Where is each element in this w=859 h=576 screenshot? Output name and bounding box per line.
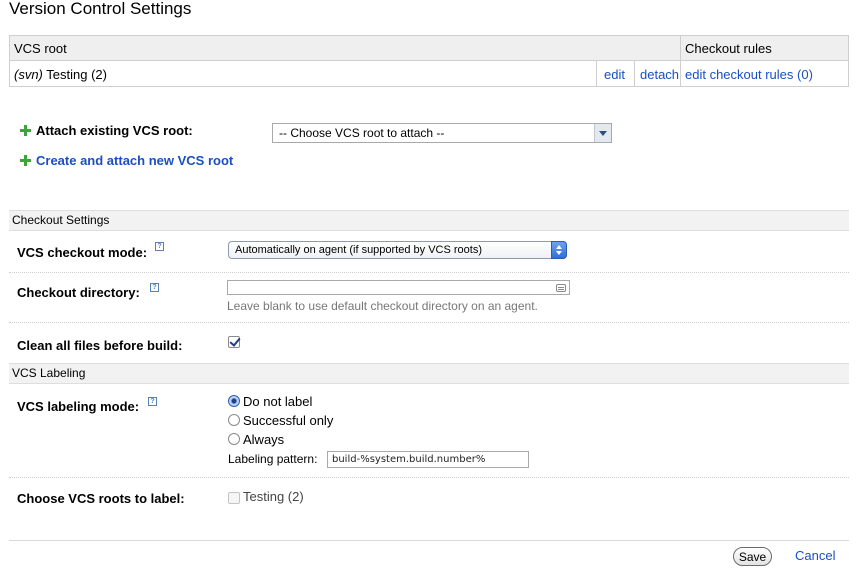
radio-successful-only[interactable] bbox=[228, 414, 240, 426]
table-row: (svn) Testing (2) edit detach edit check… bbox=[10, 61, 848, 87]
save-button[interactable]: Save bbox=[733, 547, 772, 566]
clean-files-checkbox[interactable] bbox=[228, 336, 240, 348]
section-title: Checkout Settings bbox=[12, 213, 110, 227]
vcs-roots-table: VCS root Checkout rules (svn) Testing (2… bbox=[9, 35, 849, 87]
roots-to-label-label: Choose VCS roots to label: bbox=[17, 491, 185, 506]
section-title: VCS Labeling bbox=[12, 366, 86, 380]
checkout-directory-hint: Leave blank to use default checkout dire… bbox=[227, 299, 538, 313]
create-vcs-root-link[interactable]: Create and attach new VCS root bbox=[36, 153, 233, 168]
labeling-pattern-input[interactable]: build-%system.build.number% bbox=[327, 451, 529, 468]
checkout-mode-select[interactable]: Automatically on agent (if supported by … bbox=[228, 241, 567, 259]
attach-select-value: -- Choose VCS root to attach -- bbox=[279, 126, 445, 140]
edit-checkout-rules-link[interactable]: edit checkout rules (0) bbox=[685, 67, 813, 82]
attach-vcs-root-select[interactable]: -- Choose VCS root to attach -- bbox=[272, 123, 612, 143]
help-icon[interactable]: ? bbox=[155, 242, 164, 251]
label-root-name: Testing (2) bbox=[243, 489, 304, 504]
cancel-link[interactable]: Cancel bbox=[795, 548, 835, 563]
vcs-labeling-header: VCS Labeling bbox=[9, 363, 849, 384]
checkout-directory-input[interactable] bbox=[227, 280, 570, 295]
vcs-root-label: Testing (2) bbox=[46, 67, 107, 82]
labeling-pattern-label: Labeling pattern: bbox=[228, 452, 318, 466]
divider bbox=[9, 272, 849, 273]
radio-always[interactable] bbox=[228, 433, 240, 445]
clean-files-label: Clean all files before build: bbox=[17, 338, 183, 353]
help-icon[interactable]: ? bbox=[150, 283, 159, 292]
table-header: VCS root Checkout rules bbox=[10, 36, 848, 61]
page-title: Version Control Settings bbox=[9, 0, 192, 18]
footer-divider bbox=[9, 540, 849, 541]
label-root-checkbox[interactable] bbox=[228, 492, 240, 504]
header-checkout-rules: Checkout rules bbox=[685, 41, 772, 56]
vcs-root-name: (svn) Testing (2) bbox=[14, 67, 107, 82]
radio-label: Always bbox=[243, 432, 285, 447]
header-vcs-root: VCS root bbox=[14, 41, 67, 56]
checkout-settings-header: Checkout Settings bbox=[9, 210, 849, 231]
divider bbox=[9, 477, 849, 478]
labeling-pattern-value: build-%system.build.number% bbox=[332, 454, 486, 465]
help-icon[interactable]: ? bbox=[148, 397, 157, 406]
select-stepper-icon bbox=[551, 241, 567, 259]
vcs-type: (svn) bbox=[14, 67, 43, 82]
radio-label: Do not label bbox=[243, 394, 313, 409]
list-icon[interactable] bbox=[556, 284, 566, 292]
divider bbox=[9, 322, 849, 323]
edit-link[interactable]: edit bbox=[604, 67, 625, 82]
save-label: Save bbox=[738, 550, 767, 564]
checkout-mode-label: VCS checkout mode: bbox=[17, 245, 148, 260]
radio-do-not-label[interactable] bbox=[228, 395, 240, 407]
radio-label: Successful only bbox=[243, 413, 334, 428]
plus-icon bbox=[20, 155, 31, 166]
checkout-mode-value: Automatically on agent (if supported by … bbox=[235, 244, 483, 256]
detach-link[interactable]: detach bbox=[640, 67, 679, 82]
chevron-down-icon bbox=[594, 124, 611, 142]
checkout-directory-label: Checkout directory: bbox=[17, 285, 140, 300]
plus-icon bbox=[20, 125, 31, 136]
labeling-mode-label: VCS labeling mode: bbox=[17, 399, 140, 414]
attach-vcs-root-label: Attach existing VCS root: bbox=[36, 123, 193, 138]
